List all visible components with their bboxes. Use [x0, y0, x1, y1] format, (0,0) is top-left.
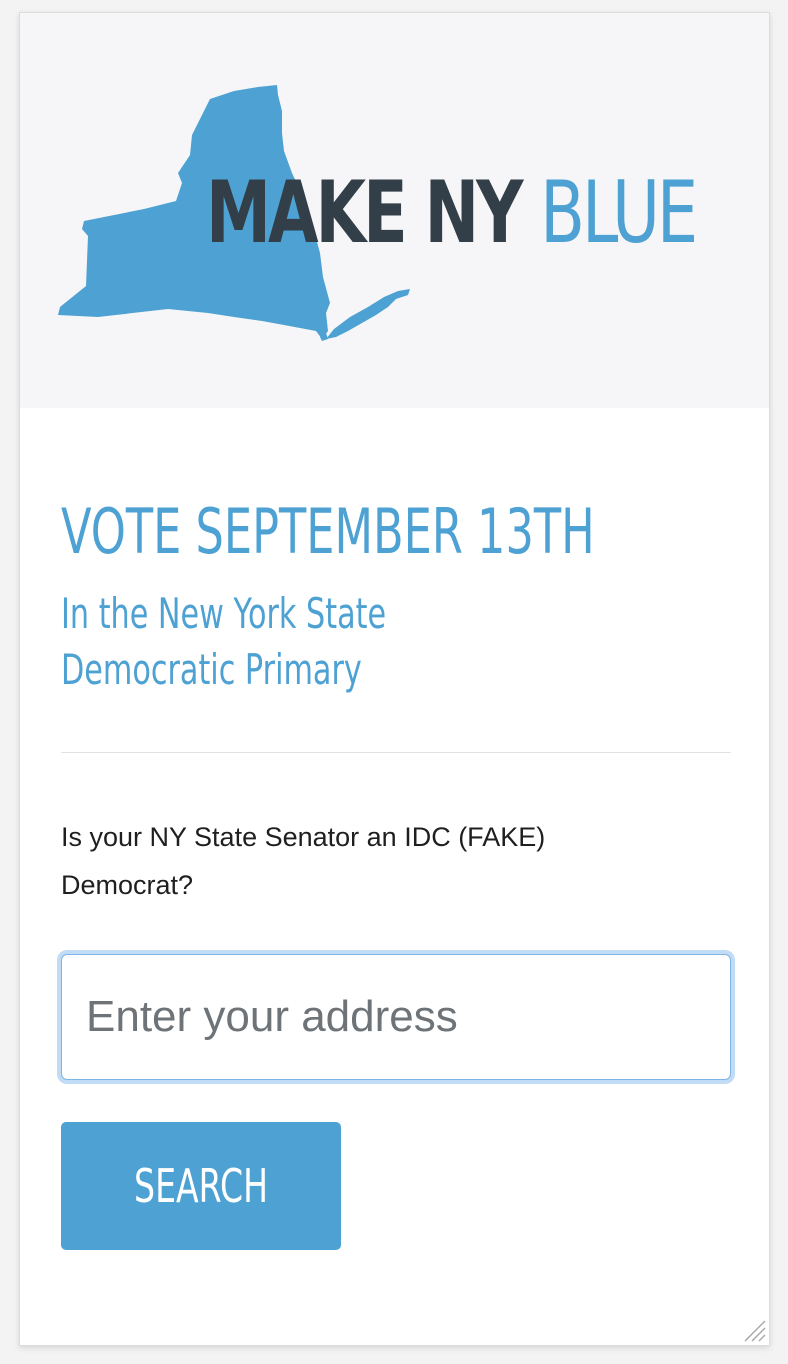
vote-date-headline: VOTE SEPTEMBER 13TH [61, 495, 595, 568]
logo-word-blue: BLUE [540, 163, 698, 263]
address-input[interactable] [61, 954, 731, 1080]
subheading-line-2: Democratic Primary [61, 645, 362, 694]
search-button[interactable]: SEARCH [61, 1122, 341, 1250]
senator-question: Is your NY State Senator an IDC (FAKE) D… [61, 822, 546, 900]
primary-subheading: In the New York State Democratic Primary [61, 586, 386, 698]
resize-grip-icon[interactable] [741, 1317, 767, 1343]
subheading-line-1: In the New York State [61, 589, 387, 638]
logo-wordmark: MAKE NY BLUE [206, 163, 698, 263]
search-button-label: SEARCH [133, 1159, 269, 1213]
logo-word-dark: MAKE NY [206, 163, 523, 263]
widget-frame: MAKE NY BLUE VOTE SEPTEMBER 13TH In the … [19, 12, 770, 1346]
section-divider [61, 752, 731, 753]
header-banner: MAKE NY BLUE [20, 13, 769, 408]
